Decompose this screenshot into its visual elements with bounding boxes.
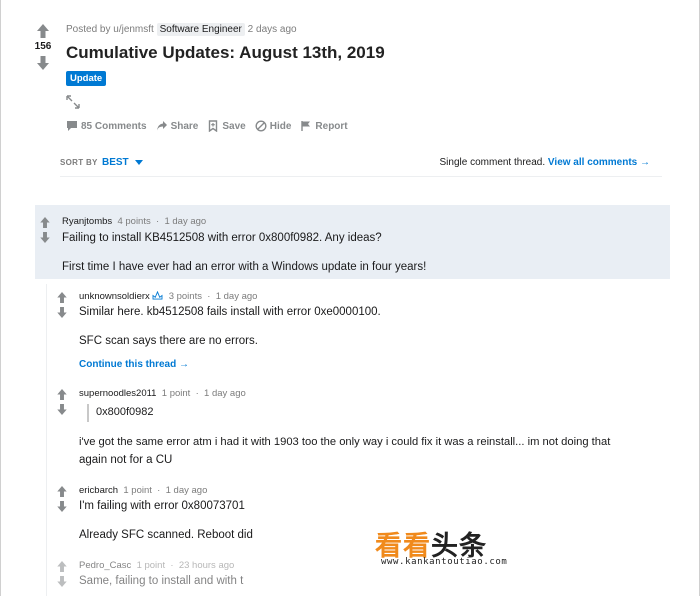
report-label: Report — [315, 120, 348, 132]
post-title[interactable]: Cumulative Updates: August 13th, 2019 — [66, 43, 385, 63]
expand-icon[interactable] — [66, 95, 80, 109]
post-age: 2 days ago — [247, 24, 297, 35]
downvote-icon[interactable] — [57, 501, 67, 512]
comment-text: SFC scan says there are no errors. — [79, 335, 258, 347]
post-vote-column: 156 — [30, 24, 56, 70]
share-button[interactable]: Share — [156, 120, 199, 132]
report-button[interactable]: Report — [300, 120, 348, 132]
comment-age: 1 day ago — [215, 291, 258, 302]
quote-bar — [87, 404, 89, 422]
comment-points: 4 points — [117, 216, 151, 227]
comment-vote — [57, 561, 69, 591]
comment-text: First time I have ever had an error with… — [62, 261, 427, 273]
bookmark-icon — [209, 120, 218, 132]
thread-line[interactable] — [46, 284, 47, 596]
downvote-icon[interactable] — [40, 232, 50, 243]
upvote-icon[interactable] — [40, 217, 50, 228]
sort-bar: SORT BY BEST Single comment thread. View… — [60, 155, 662, 177]
comment-age: 1 day ago — [165, 485, 208, 496]
hide-label: Hide — [269, 120, 292, 132]
comment-points: 1 point — [123, 485, 152, 496]
award-icon — [152, 290, 163, 300]
comment-author[interactable]: Pedro_Casc — [79, 560, 131, 571]
comment-meta: unknownsoldierx 3 points · 1 day ago — [79, 290, 258, 302]
flag-icon — [301, 121, 311, 131]
separator-dot: · — [170, 560, 174, 571]
downvote-icon[interactable] — [57, 576, 67, 587]
comment-author[interactable]: Ryanjtombs — [62, 216, 112, 227]
upvote-icon[interactable] — [57, 292, 67, 303]
thread-note: Single comment thread. View all comments… — [440, 157, 650, 168]
continue-thread-link[interactable]: Continue this thread → — [79, 359, 189, 370]
comment-text: Same, failing to install and with t — [79, 575, 244, 587]
comment-age: 23 hours ago — [178, 560, 235, 571]
separator-dot: · — [156, 216, 160, 227]
comment-text: I'm failing with error 0x80073701 — [79, 500, 245, 512]
single-thread-text: Single comment thread. — [439, 157, 546, 168]
comment-text: again not for a CU — [79, 454, 173, 466]
chevron-down-icon[interactable] — [135, 160, 143, 165]
posted-by[interactable]: Posted by u/jenmsft — [66, 24, 154, 35]
frame-border-left — [0, 0, 1, 596]
comment-meta: supernoodles2011 1 point · 1 day ago — [79, 388, 246, 399]
comment-vote — [40, 217, 52, 247]
comment-meta: ericbarch 1 point · 1 day ago — [79, 485, 207, 496]
post-score: 156 — [34, 41, 52, 52]
comment-text: i've got the same error atm i had it wit… — [79, 436, 611, 448]
save-button[interactable]: Save — [207, 120, 246, 132]
sort-label: SORT BY — [60, 158, 98, 167]
separator-dot: · — [195, 388, 199, 399]
upvote-icon[interactable] — [37, 24, 49, 38]
comment-points: 1 point — [161, 388, 191, 399]
quote-text: 0x800f0982 — [96, 406, 154, 418]
hide-button[interactable]: Hide — [255, 120, 292, 132]
user-flair: Software Engineer — [156, 23, 245, 36]
upvote-icon[interactable] — [57, 561, 67, 572]
comment-text: Already SFC scanned. Reboot did — [79, 529, 253, 541]
comment-text: Similar here. kb4512508 fails install wi… — [79, 306, 381, 318]
separator-dot: · — [157, 485, 161, 496]
comment-age: 1 day ago — [204, 388, 246, 399]
comment-vote — [57, 292, 69, 322]
post-actions: 85 Comments Share Save Hide Report — [66, 120, 348, 132]
comment-text: Failing to install KB4512508 with error … — [62, 232, 382, 244]
post-flair-tag[interactable]: Update — [66, 71, 107, 86]
sort-dropdown[interactable]: BEST — [102, 157, 129, 168]
watermark-url: www.kankantoutiao.com — [381, 557, 508, 567]
upvote-icon[interactable] — [57, 486, 67, 497]
comment-meta: Pedro_Casc 1 point · 23 hours ago — [79, 560, 234, 571]
comments-count: 85 Comments — [81, 120, 147, 132]
comment-vote — [57, 486, 69, 516]
separator-dot: · — [207, 291, 211, 302]
comment-author[interactable]: ericbarch — [79, 485, 118, 496]
comment-points: 1 point — [136, 560, 166, 571]
downvote-icon[interactable] — [57, 307, 67, 318]
save-label: Save — [222, 120, 246, 132]
comment-icon — [67, 121, 77, 131]
comment-author[interactable]: unknownsoldierx — [79, 291, 150, 302]
upvote-icon[interactable] — [57, 389, 67, 400]
comment-meta: Ryanjtombs 4 points · 1 day ago — [62, 216, 206, 227]
comment-points: 3 points — [168, 291, 202, 302]
comment-author[interactable]: supernoodles2011 — [79, 388, 156, 399]
view-all-comments-link[interactable]: View all comments → — [548, 157, 650, 168]
comment-age: 1 day ago — [164, 216, 207, 227]
post-meta: Posted by u/jenmsft Software Engineer 2 … — [66, 23, 297, 36]
watermark-logo: 看看头条 www.kankantoutiao.com — [375, 524, 541, 570]
comment-vote — [57, 389, 69, 419]
downvote-icon[interactable] — [37, 56, 49, 70]
share-label: Share — [170, 120, 199, 132]
share-icon — [156, 121, 167, 131]
comments-button[interactable]: 85 Comments — [66, 120, 147, 132]
downvote-icon[interactable] — [57, 404, 67, 415]
hide-icon — [255, 120, 267, 132]
